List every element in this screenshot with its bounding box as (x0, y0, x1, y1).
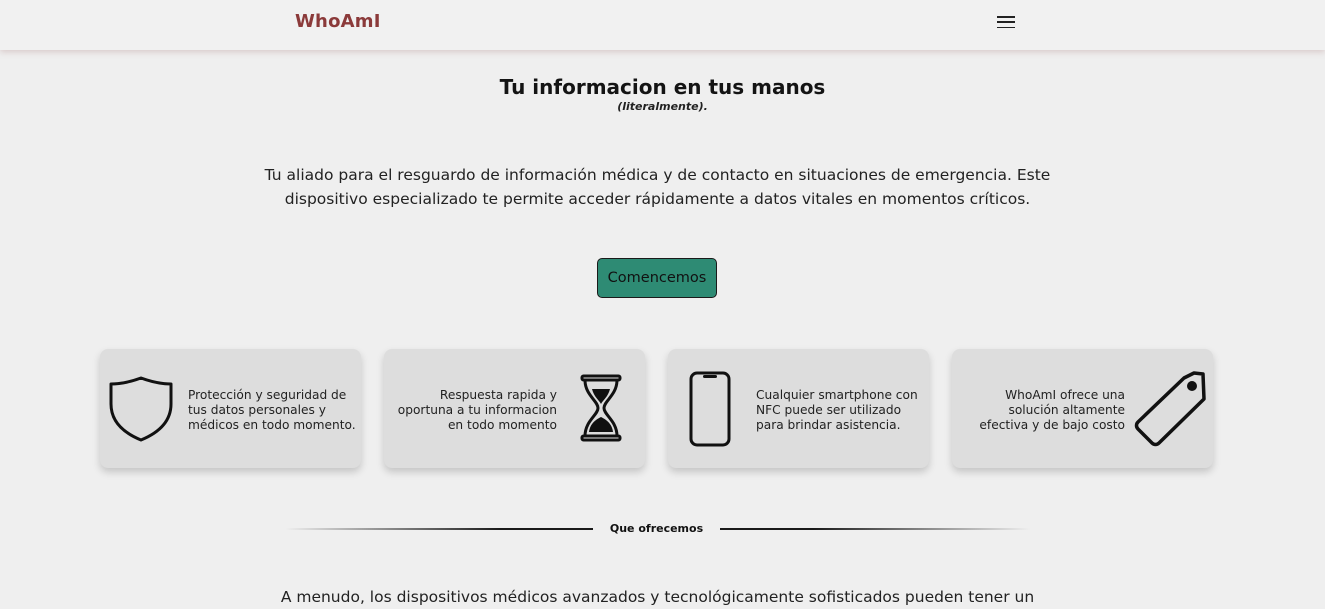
section-divider-left (285, 528, 593, 530)
get-started-button[interactable]: Comencemos (597, 258, 717, 298)
price-tag-icon (1134, 371, 1206, 447)
hero-subtitle: (literalmente). (617, 100, 708, 113)
feature-text-cost: WhoAmI ofrece una solución altamente efe… (979, 388, 1125, 432)
hourglass-icon (580, 374, 622, 442)
menu-line (997, 16, 1015, 18)
navbar: WhoAmI (0, 0, 1325, 50)
menu-line (997, 26, 1015, 28)
feature-card-security: Protección y seguridad de tus datos pers… (100, 349, 361, 468)
feature-card-speed: Respuesta rapida y oportuna a tu informa… (384, 349, 645, 468)
section-intro-text: A menudo, los dispositivos médicos avanz… (280, 588, 1035, 606)
section-heading: Que ofrecemos (609, 522, 704, 535)
feature-text-speed: Respuesta rapida y oportuna a tu informa… (397, 388, 557, 432)
menu-line (997, 21, 1015, 23)
feature-text-security: Protección y seguridad de tus datos pers… (188, 388, 356, 432)
hamburger-menu-icon[interactable] (995, 14, 1017, 30)
feature-card-smartphone: Cualquier smartphone con NFC puede ser u… (668, 349, 929, 468)
section-divider-right (720, 528, 1030, 530)
feature-card-cost: WhoAmI ofrece una solución altamente efe… (952, 349, 1213, 468)
brand-logo-link[interactable]: WhoAmI (295, 11, 381, 32)
hero-description: Tu aliado para el resguardo de informaci… (264, 166, 1051, 208)
feature-text-smartphone: Cualquier smartphone con NFC puede ser u… (756, 388, 918, 432)
smartphone-icon (689, 371, 731, 447)
hero-title: Tu informacion en tus manos (499, 75, 826, 99)
shield-icon (109, 376, 173, 442)
